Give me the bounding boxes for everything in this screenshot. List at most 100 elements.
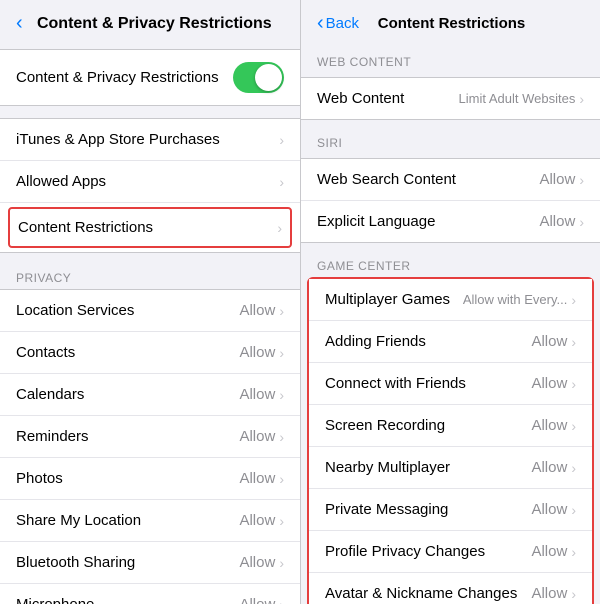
share-location-row[interactable]: Share My Location Allow › xyxy=(0,500,300,542)
adding-friends-right: Allow › xyxy=(531,333,576,350)
calendars-value: Allow xyxy=(239,386,275,403)
profile-privacy-row[interactable]: Profile Privacy Changes Allow › xyxy=(309,531,592,573)
multiplayer-games-label: Multiplayer Games xyxy=(325,291,450,308)
nearby-multiplayer-value: Allow xyxy=(531,459,567,476)
bluetooth-sharing-label: Bluetooth Sharing xyxy=(16,554,135,571)
privacy-section-label: PRIVACY xyxy=(0,259,300,289)
content-restrictions-right: › xyxy=(277,220,282,236)
left-back-button[interactable]: ‹ xyxy=(16,12,25,35)
reminders-value: Allow xyxy=(239,428,275,445)
connect-friends-chevron-icon: › xyxy=(571,376,576,392)
location-services-right: Allow › xyxy=(239,302,284,319)
avatar-nickname-value: Allow xyxy=(531,585,567,602)
contacts-row[interactable]: Contacts Allow › xyxy=(0,332,300,374)
calendars-label: Calendars xyxy=(16,386,84,403)
restrictions-toggle[interactable] xyxy=(233,62,284,93)
share-location-label: Share My Location xyxy=(16,512,141,529)
left-panel: ‹ Content & Privacy Restrictions Content… xyxy=(0,0,300,604)
right-chevron-icon: ‹ xyxy=(317,12,324,35)
contacts-right: Allow › xyxy=(239,344,284,361)
nearby-multiplayer-right: Allow › xyxy=(531,459,576,476)
bluetooth-sharing-chevron-icon: › xyxy=(279,555,284,571)
web-section-label: WEB CONTENT xyxy=(301,43,600,73)
share-location-value: Allow xyxy=(239,512,275,529)
microphone-row[interactable]: Microphone Allow › xyxy=(0,584,300,604)
location-services-row[interactable]: Location Services Allow › xyxy=(0,290,300,332)
share-location-chevron-icon: › xyxy=(279,513,284,529)
multiplayer-games-chevron-icon: › xyxy=(571,292,576,308)
screen-recording-chevron-icon: › xyxy=(571,418,576,434)
connect-friends-value: Allow xyxy=(531,375,567,392)
nearby-multiplayer-label: Nearby Multiplayer xyxy=(325,459,450,476)
nearby-multiplayer-row[interactable]: Nearby Multiplayer Allow › xyxy=(309,447,592,489)
adding-friends-value: Allow xyxy=(531,333,567,350)
web-search-content-value: Allow xyxy=(539,171,575,188)
explicit-language-row[interactable]: Explicit Language Allow › xyxy=(301,201,600,242)
microphone-value: Allow xyxy=(239,596,275,604)
allowed-apps-label: Allowed Apps xyxy=(16,173,106,190)
right-nav-header: ‹ Back Content Restrictions xyxy=(301,0,600,43)
location-services-chevron-icon: › xyxy=(279,303,284,319)
adding-friends-row[interactable]: Adding Friends Allow › xyxy=(309,321,592,363)
profile-privacy-value: Allow xyxy=(531,543,567,560)
privacy-section: Location Services Allow › Contacts Allow… xyxy=(0,289,300,604)
photos-chevron-icon: › xyxy=(279,471,284,487)
contacts-value: Allow xyxy=(239,344,275,361)
calendars-row[interactable]: Calendars Allow › xyxy=(0,374,300,416)
toggle-section: Content & Privacy Restrictions xyxy=(0,49,300,106)
explicit-language-chevron-icon: › xyxy=(579,214,584,230)
adding-friends-label: Adding Friends xyxy=(325,333,426,350)
contacts-chevron-icon: › xyxy=(279,345,284,361)
microphone-label: Microphone xyxy=(16,596,94,604)
photos-row[interactable]: Photos Allow › xyxy=(0,458,300,500)
contacts-label: Contacts xyxy=(16,344,75,361)
multiplayer-games-row[interactable]: Multiplayer Games Allow with Every... › xyxy=(309,279,592,321)
right-back-button[interactable]: ‹ Back xyxy=(317,12,359,35)
reminders-label: Reminders xyxy=(16,428,89,445)
connect-friends-label: Connect with Friends xyxy=(325,375,466,392)
connect-friends-right: Allow › xyxy=(531,375,576,392)
allowed-apps-row[interactable]: Allowed Apps › xyxy=(0,161,300,203)
right-back-label: Back xyxy=(326,15,359,32)
private-messaging-row[interactable]: Private Messaging Allow › xyxy=(309,489,592,531)
profile-privacy-chevron-icon: › xyxy=(571,544,576,560)
left-chevron-icon: ‹ xyxy=(16,12,23,35)
right-nav-title: Content Restrictions xyxy=(359,15,544,32)
web-content-label: Web Content xyxy=(317,90,404,107)
bluetooth-sharing-right: Allow › xyxy=(239,554,284,571)
avatar-nickname-chevron-icon: › xyxy=(571,586,576,602)
itunes-purchases-row[interactable]: iTunes & App Store Purchases › xyxy=(0,119,300,161)
multiplayer-games-value: Allow with Every... xyxy=(463,292,568,307)
calendars-right: Allow › xyxy=(239,386,284,403)
screen-recording-value: Allow xyxy=(531,417,567,434)
calendars-chevron-icon: › xyxy=(279,387,284,403)
screen-recording-label: Screen Recording xyxy=(325,417,445,434)
avatar-nickname-row[interactable]: Avatar & Nickname Changes Allow › xyxy=(309,573,592,604)
game-center-section-label: GAME CENTER xyxy=(301,247,600,277)
web-search-content-chevron-icon: › xyxy=(579,172,584,188)
game-center-section: Multiplayer Games Allow with Every... › … xyxy=(307,277,594,604)
toggle-label: Content & Privacy Restrictions xyxy=(16,69,219,86)
screen-recording-row[interactable]: Screen Recording Allow › xyxy=(309,405,592,447)
web-search-content-row[interactable]: Web Search Content Allow › xyxy=(301,159,600,201)
right-panel: ‹ Back Content Restrictions WEB CONTENT … xyxy=(300,0,600,604)
explicit-language-value: Allow xyxy=(539,213,575,230)
main-menu-section: iTunes & App Store Purchases › Allowed A… xyxy=(0,118,300,253)
private-messaging-value: Allow xyxy=(531,501,567,518)
microphone-chevron-icon: › xyxy=(279,597,284,604)
bluetooth-sharing-row[interactable]: Bluetooth Sharing Allow › xyxy=(0,542,300,584)
microphone-right: Allow › xyxy=(239,596,284,604)
reminders-row[interactable]: Reminders Allow › xyxy=(0,416,300,458)
web-content-row[interactable]: Web Content Limit Adult Websites › xyxy=(301,78,600,119)
multiplayer-games-right: Allow with Every... › xyxy=(463,292,576,308)
web-content-chevron-icon: › xyxy=(579,91,584,107)
connect-friends-row[interactable]: Connect with Friends Allow › xyxy=(309,363,592,405)
photos-value: Allow xyxy=(239,470,275,487)
content-restrictions-row[interactable]: Content Restrictions › xyxy=(8,207,292,248)
allowed-apps-right: › xyxy=(279,174,284,190)
allowed-apps-chevron-icon: › xyxy=(279,174,284,190)
share-location-right: Allow › xyxy=(239,512,284,529)
itunes-purchases-label: iTunes & App Store Purchases xyxy=(16,131,220,148)
location-services-label: Location Services xyxy=(16,302,134,319)
siri-section-label: SIRI xyxy=(301,124,600,154)
